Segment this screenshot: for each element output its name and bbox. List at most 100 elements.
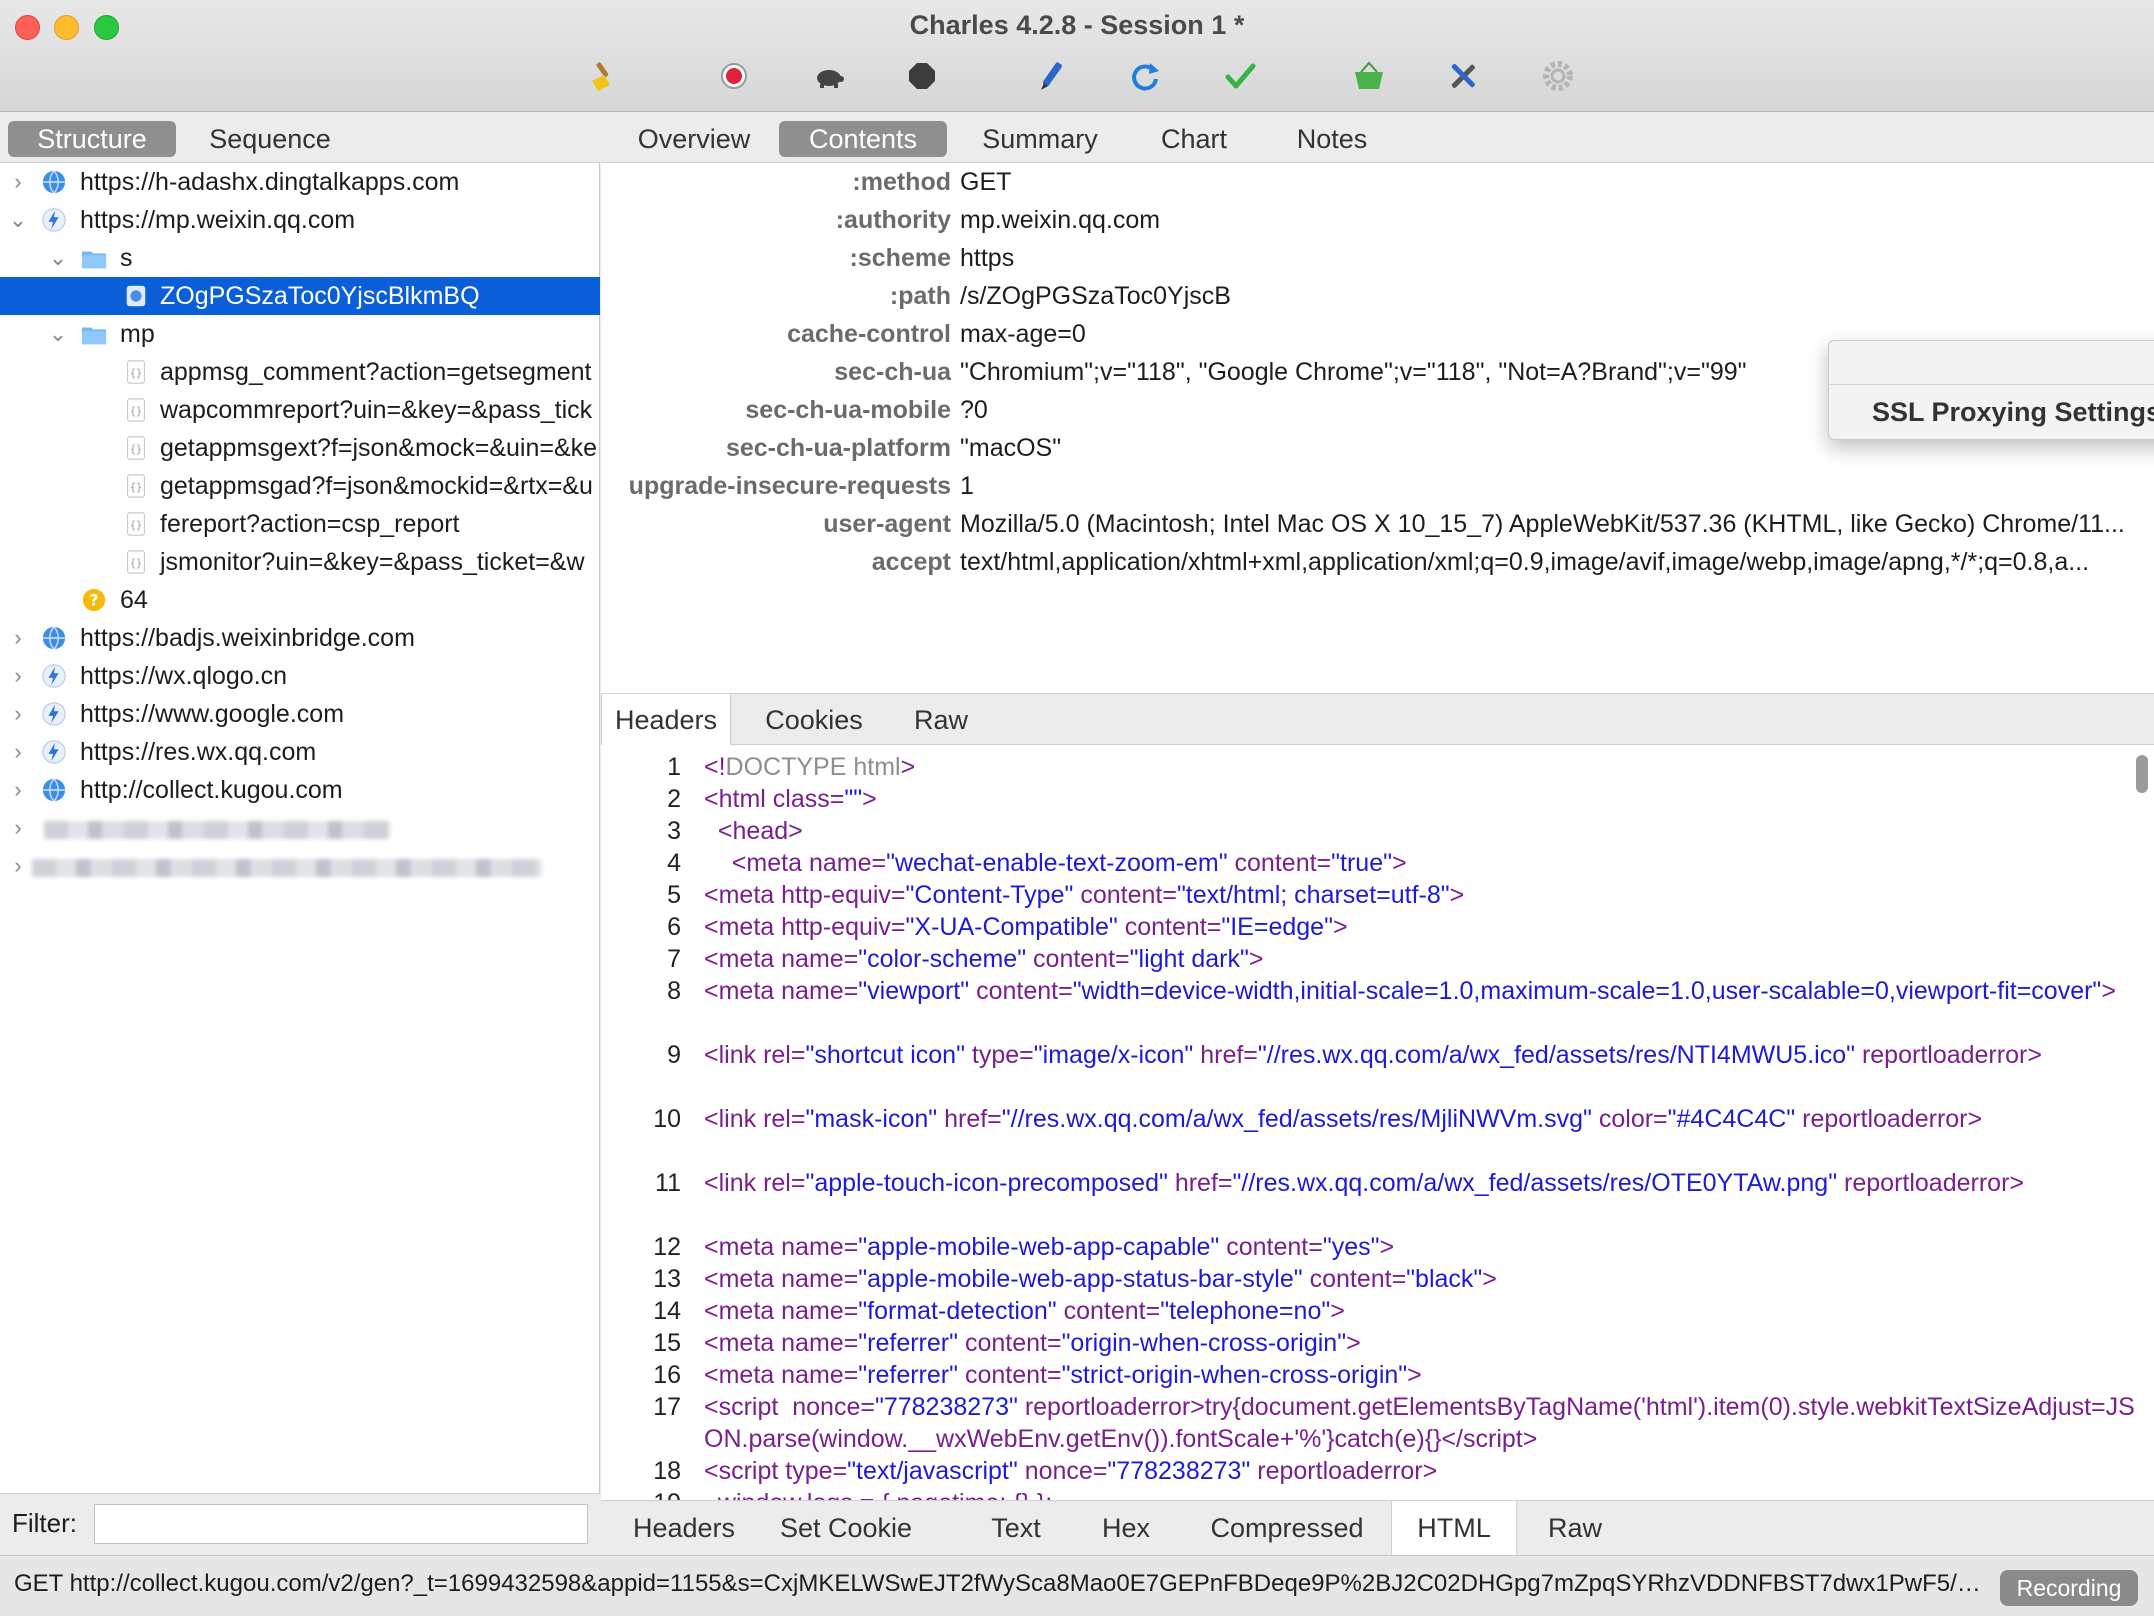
chevron-right-icon[interactable]: ›	[6, 847, 30, 885]
header-row[interactable]: :authority mp.weixin.qq.com	[601, 201, 2154, 239]
tab-response-raw[interactable]: Raw	[1535, 1501, 1615, 1556]
chevron-right-icon[interactable]: ›	[6, 619, 30, 657]
tree-row-redacted[interactable]: ›	[0, 809, 600, 847]
validate-check-icon[interactable]	[1222, 58, 1258, 94]
tab-contents[interactable]: Contents	[779, 121, 947, 157]
tree-row-label: s	[120, 244, 133, 272]
tree-row-host[interactable]: › https://www.google.com	[0, 695, 600, 733]
header-row[interactable]: accept text/html,application/xhtml+xml,ap…	[601, 543, 2154, 581]
tab-response-set-cookie[interactable]: Set Cookie	[771, 1501, 921, 1556]
redacted-host	[32, 859, 542, 877]
tree-row-label: wapcommreport?uin=&key=&pass_tick	[160, 396, 593, 424]
svg-text:{}: {}	[130, 559, 142, 570]
header-name: :path	[889, 282, 951, 310]
tree-row-folder[interactable]: ? 64	[0, 581, 600, 619]
ssl-proxying-popup[interactable]: SSL Proxying Settings	[1828, 340, 2154, 440]
chevron-right-icon[interactable]: ›	[6, 809, 30, 847]
tree-row-folder[interactable]: ⌄ mp	[0, 315, 600, 353]
tab-response-headers[interactable]: Headers	[629, 1501, 739, 1556]
tab-summary[interactable]: Summary	[961, 121, 1119, 157]
scrollbar-thumb[interactable]	[2136, 755, 2148, 793]
tab-response-compressed[interactable]: Compressed	[1197, 1501, 1377, 1556]
folder-icon	[81, 251, 107, 269]
header-row[interactable]: :method GET	[601, 163, 2154, 201]
header-name: :scheme	[849, 244, 951, 272]
svg-text:{}: {}	[130, 407, 142, 418]
svg-text:{}: {}	[130, 483, 142, 494]
window-title: Charles 4.2.8 - Session 1 *	[909, 10, 1245, 40]
recording-badge[interactable]: Recording	[2000, 1570, 2138, 1606]
chevron-down-icon[interactable]: ⌄	[46, 239, 70, 277]
chevron-down-icon[interactable]: ⌄	[6, 201, 30, 239]
tree-row-host[interactable]: ⌄ https://mp.weixin.qq.com	[0, 201, 600, 239]
tree-row-redacted[interactable]: ›	[0, 847, 600, 885]
filter-input[interactable]	[94, 1504, 588, 1544]
tree-row-label: https://mp.weixin.qq.com	[80, 206, 356, 234]
tree-row-host[interactable]: › https://h-adashx.dingtalkapps.com	[0, 163, 600, 201]
question-icon: ?	[82, 588, 106, 612]
tree-row-request[interactable]: {} wapcommreport?uin=&key=&pass_tick	[0, 391, 600, 429]
host-tree: › https://h-adashx.dingtalkapps.com ⌄ ht…	[0, 163, 600, 1443]
tab-notes[interactable]: Notes	[1267, 121, 1397, 157]
tree-row-host[interactable]: › http://collect.kugou.com	[0, 771, 600, 809]
header-row[interactable]: user-agent Mozilla/5.0 (Macintosh; Intel …	[601, 505, 2154, 543]
tree-row-request[interactable]: {} getappmsgext?f=json&mock=&uin=&ke	[0, 429, 600, 467]
tree-row-request[interactable]: {} fereport?action=csp_report	[0, 505, 600, 543]
svg-text:{}: {}	[130, 445, 142, 456]
chevron-right-icon[interactable]: ›	[6, 657, 30, 695]
tab-sequence[interactable]: Sequence	[190, 121, 350, 157]
tree-row-host[interactable]: › https://badjs.weixinbridge.com	[0, 619, 600, 657]
popup-title[interactable]: SSL Proxying Settings	[1829, 397, 2154, 428]
tree-row-request[interactable]: {} appmsg_comment?action=getsegment	[0, 353, 600, 391]
svg-text:{}: {}	[130, 521, 142, 532]
chevron-right-icon[interactable]: ›	[6, 733, 30, 771]
tree-row-request-selected[interactable]: ZOgPGSzaToc0YjscBlkmBQ	[0, 277, 600, 315]
tab-request-headers[interactable]: Headers	[601, 694, 731, 746]
compose-pen-icon[interactable]	[1034, 58, 1070, 94]
tab-response-text[interactable]: Text	[981, 1501, 1051, 1556]
header-name: sec-ch-ua-mobile	[745, 396, 951, 424]
broom-icon[interactable]	[585, 58, 621, 94]
chevron-right-icon[interactable]: ›	[6, 163, 30, 201]
tab-request-raw[interactable]: Raw	[891, 694, 991, 746]
tree-row-label: appmsg_comment?action=getsegment	[160, 358, 592, 386]
tab-structure[interactable]: Structure	[8, 121, 176, 157]
header-value: mp.weixin.qq.com	[960, 206, 1161, 234]
header-row[interactable]: :path/s/ZOgPGSzaToc0YjscB	[601, 277, 2154, 315]
chevron-down-icon[interactable]: ⌄	[46, 315, 70, 353]
header-name: accept	[871, 548, 951, 576]
tab-chart[interactable]: Chart	[1129, 121, 1259, 157]
header-row[interactable]: :scheme https	[601, 239, 2154, 277]
chevron-right-icon[interactable]: ›	[6, 771, 30, 809]
code-text: <meta name="wechat-enable-text-zoom-em" …	[731, 849, 1407, 877]
line-number: 1	[667, 753, 681, 781]
tree-row-request[interactable]: {} getappmsgad?f=json&mockid=&rtx=&u	[0, 467, 600, 505]
basket-icon[interactable]	[1351, 58, 1387, 94]
repeat-icon[interactable]	[1127, 58, 1163, 94]
tab-request-cookies[interactable]: Cookies	[749, 694, 879, 746]
chevron-right-icon[interactable]: ›	[6, 695, 30, 733]
tree-row-label: https://www.google.com	[80, 700, 345, 728]
tab-response-html[interactable]: HTML	[1391, 1501, 1517, 1556]
tab-response-hex[interactable]: Hex	[1091, 1501, 1161, 1556]
title-bar: Charles 4.2.8 - Session 1 *	[0, 0, 2154, 112]
html-source-view[interactable]: 1 <!DOCTYPE html> 2 <html class=""> 3 <hea…	[601, 745, 2154, 1613]
tree-row-label: http://collect.kugou.com	[80, 776, 343, 804]
tree-row-folder[interactable]: ⌄ s	[0, 239, 600, 277]
tab-overview[interactable]: Overview	[601, 121, 787, 157]
tools-icon[interactable]	[1445, 58, 1481, 94]
line-number: 17	[653, 1393, 681, 1421]
tree-row-host[interactable]: › https://res.wx.qq.com	[0, 733, 600, 771]
code-text: <meta http-equiv="Content-Type" content=…	[704, 881, 1465, 909]
header-row[interactable]: upgrade-insecure-requests 1	[601, 467, 2154, 505]
json-file-icon: {}	[127, 360, 145, 384]
throttle-turtle-icon[interactable]	[811, 58, 847, 94]
header-value: GET	[960, 168, 1012, 196]
line-number: 16	[653, 1361, 681, 1389]
tree-row-request[interactable]: {} jsmonitor?uin=&key=&pass_ticket=&w	[0, 543, 600, 581]
settings-gear-icon[interactable]	[1540, 58, 1576, 94]
tree-row-host[interactable]: › https://wx.qlogo.cn	[0, 657, 600, 695]
record-icon[interactable]	[716, 58, 752, 94]
view-mode-tabs: Structure Sequence	[0, 113, 600, 163]
breakpoint-stop-icon[interactable]	[904, 58, 940, 94]
